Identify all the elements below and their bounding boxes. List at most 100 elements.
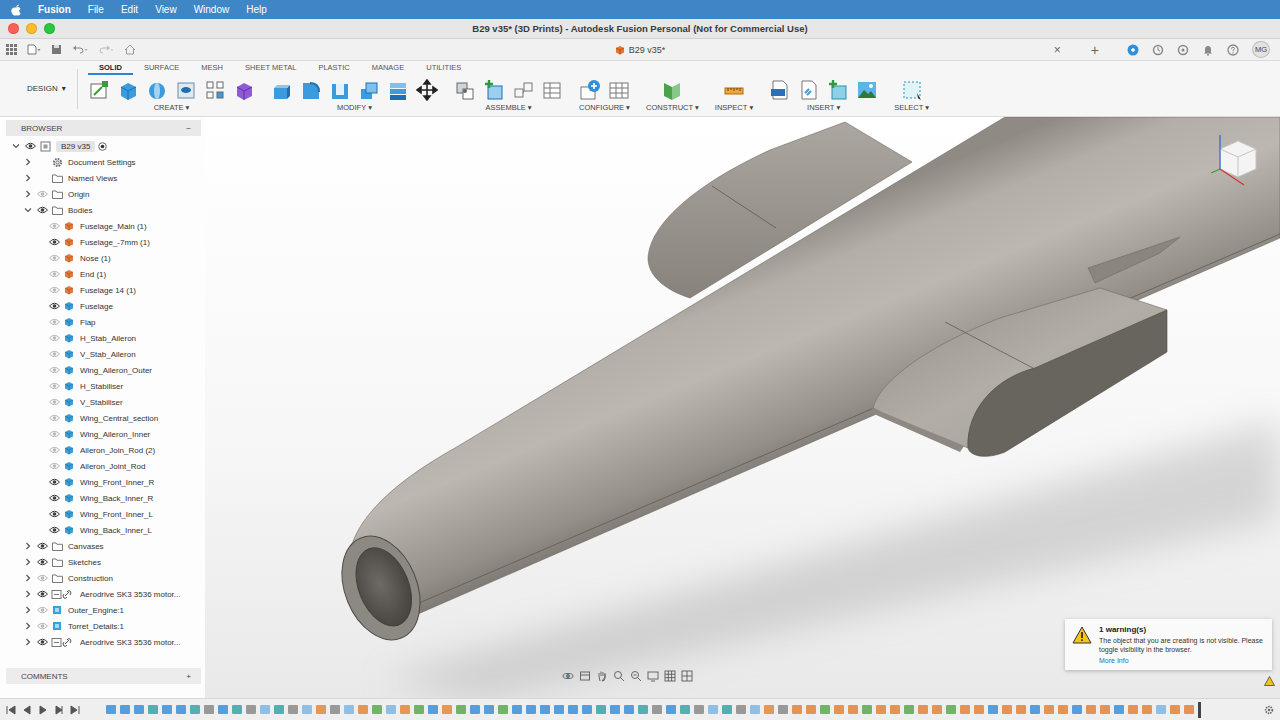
- timeline-feature[interactable]: [946, 705, 956, 714]
- visibility-eye-icon[interactable]: [49, 430, 60, 438]
- expand-arrow-icon[interactable]: [24, 174, 32, 182]
- online-status-icon[interactable]: [1177, 44, 1189, 56]
- menu-item[interactable]: View: [155, 4, 177, 15]
- timeline-feature[interactable]: [792, 705, 802, 714]
- expand-arrow-icon[interactable]: [24, 158, 32, 166]
- tree-body-row[interactable]: V_Stabiliser: [6, 394, 205, 410]
- visibility-eye-icon[interactable]: [49, 510, 60, 518]
- toolbar-tab[interactable]: UTILITIES: [415, 63, 472, 75]
- timeline-feature[interactable]: [260, 705, 270, 714]
- look-icon[interactable]: [579, 670, 591, 682]
- timeline-feature[interactable]: [708, 705, 718, 714]
- visibility-eye-icon[interactable]: [37, 622, 48, 630]
- timeline-feature[interactable]: [610, 705, 620, 714]
- visibility-eye-icon[interactable]: [37, 542, 48, 550]
- pattern-tool-icon[interactable]: [204, 79, 226, 101]
- toolbar-tab[interactable]: SOLID: [88, 63, 133, 75]
- configtable-tool-icon[interactable]: [608, 79, 630, 101]
- tree-body-row[interactable]: Wing_Back_Inner_L: [6, 522, 205, 538]
- job-status-icon[interactable]: [1152, 44, 1164, 56]
- timeline-feature[interactable]: [974, 705, 984, 714]
- timeline-feature[interactable]: [498, 705, 508, 714]
- add-comment-button[interactable]: +: [186, 672, 191, 681]
- timeline-feature[interactable]: [862, 705, 872, 714]
- timeline-feature[interactable]: [778, 705, 788, 714]
- go-to-end-icon[interactable]: [70, 705, 80, 715]
- timeline-feature[interactable]: [120, 705, 130, 714]
- warning-indicator-icon[interactable]: [1264, 676, 1275, 686]
- expand-arrow-icon[interactable]: [24, 190, 32, 198]
- visibility-eye-icon[interactable]: [49, 350, 60, 358]
- timeline-feature[interactable]: [1184, 705, 1194, 714]
- timeline-feature[interactable]: [526, 705, 536, 714]
- timeline-feature[interactable]: [1030, 705, 1040, 714]
- visibility-eye-icon[interactable]: [49, 462, 60, 470]
- tool-group-label[interactable]: CREATE▾: [154, 103, 190, 112]
- timeline-feature[interactable]: [330, 705, 340, 714]
- visibility-eye-icon[interactable]: [49, 270, 60, 278]
- tree-body-row[interactable]: Wing_Back_Inner_R: [6, 490, 205, 506]
- tree-folder-row[interactable]: Bodies: [6, 202, 205, 218]
- timeline-feature[interactable]: [1086, 705, 1096, 714]
- close-tab-button[interactable]: ×: [1054, 44, 1061, 56]
- timeline-feature[interactable]: [1100, 705, 1110, 714]
- orbit-icon[interactable]: [562, 670, 574, 682]
- tree-folder-row[interactable]: Sketches: [6, 554, 205, 570]
- timeline-feature[interactable]: [470, 705, 480, 714]
- tree-folder-row[interactable]: Canvases: [6, 538, 205, 554]
- timeline-feature[interactable]: [1058, 705, 1068, 714]
- timeline-feature[interactable]: [764, 705, 774, 714]
- timeline-feature[interactable]: [1002, 705, 1012, 714]
- timeline-feature[interactable]: [904, 705, 914, 714]
- expand-arrow-icon[interactable]: [24, 574, 32, 582]
- timeline-feature[interactable]: [1170, 705, 1180, 714]
- visibility-eye-icon[interactable]: [49, 302, 60, 310]
- visibility-eye-icon[interactable]: [49, 286, 60, 294]
- plane-tool-icon[interactable]: [661, 79, 683, 101]
- timeline-feature[interactable]: [232, 705, 242, 714]
- zoom-window-button[interactable]: [44, 23, 55, 34]
- tree-body-row[interactable]: Flap: [6, 314, 205, 330]
- new-tab-button[interactable]: +: [1091, 43, 1099, 57]
- timeline-feature[interactable]: [568, 705, 578, 714]
- select-tool-icon[interactable]: [901, 79, 923, 101]
- rigid-tool-icon[interactable]: [512, 79, 534, 101]
- home-icon[interactable]: [124, 44, 136, 55]
- grid-icon[interactable]: [664, 670, 676, 682]
- tree-body-row[interactable]: Wing_Front_Inner_L: [6, 506, 205, 522]
- visibility-eye-icon[interactable]: [37, 206, 48, 214]
- undo-icon[interactable]: [72, 44, 88, 55]
- tree-link-row[interactable]: Aerodrive SK3 3536 motor...: [6, 634, 205, 650]
- timeline-feature[interactable]: [1156, 705, 1166, 714]
- tree-body-row[interactable]: Wing_Aileron_Inner: [6, 426, 205, 442]
- timeline-feature[interactable]: [1044, 705, 1054, 714]
- timeline-feature[interactable]: [190, 705, 200, 714]
- go-to-start-icon[interactable]: [6, 705, 16, 715]
- tool-group-label[interactable]: SELECT▾: [894, 103, 929, 112]
- joint-tool-icon[interactable]: [454, 79, 476, 101]
- visibility-eye-icon[interactable]: [49, 334, 60, 342]
- tree-body-row[interactable]: Aileron_Joint_Rod: [6, 458, 205, 474]
- timeline-feature[interactable]: [148, 705, 158, 714]
- revolve-tool-icon[interactable]: [146, 79, 168, 101]
- tree-body-row[interactable]: Nose (1): [6, 250, 205, 266]
- timeline-feature[interactable]: [750, 705, 760, 714]
- toolbar-tab[interactable]: PLASTIC: [307, 63, 360, 75]
- toolbar-tab[interactable]: SURFACE: [133, 63, 190, 75]
- data-panel-grid-icon[interactable]: [6, 44, 17, 55]
- workspace-switcher[interactable]: DESIGN▾: [8, 69, 78, 109]
- zoom-icon[interactable]: [613, 670, 625, 682]
- viewports-icon[interactable]: [681, 670, 693, 682]
- timeline-feature[interactable]: [1016, 705, 1026, 714]
- timeline-feature[interactable]: [274, 705, 284, 714]
- box-tool-icon[interactable]: [117, 79, 139, 101]
- help-icon[interactable]: [1227, 44, 1239, 56]
- timeline-feature[interactable]: [918, 705, 928, 714]
- timeline-feature[interactable]: [302, 705, 312, 714]
- component-tool-icon[interactable]: [483, 79, 505, 101]
- form-tool-icon[interactable]: [233, 79, 255, 101]
- expand-arrow-icon[interactable]: [24, 542, 32, 550]
- fillet-tool-icon[interactable]: [300, 79, 322, 101]
- visibility-eye-icon[interactable]: [49, 222, 60, 230]
- timeline-feature[interactable]: [638, 705, 648, 714]
